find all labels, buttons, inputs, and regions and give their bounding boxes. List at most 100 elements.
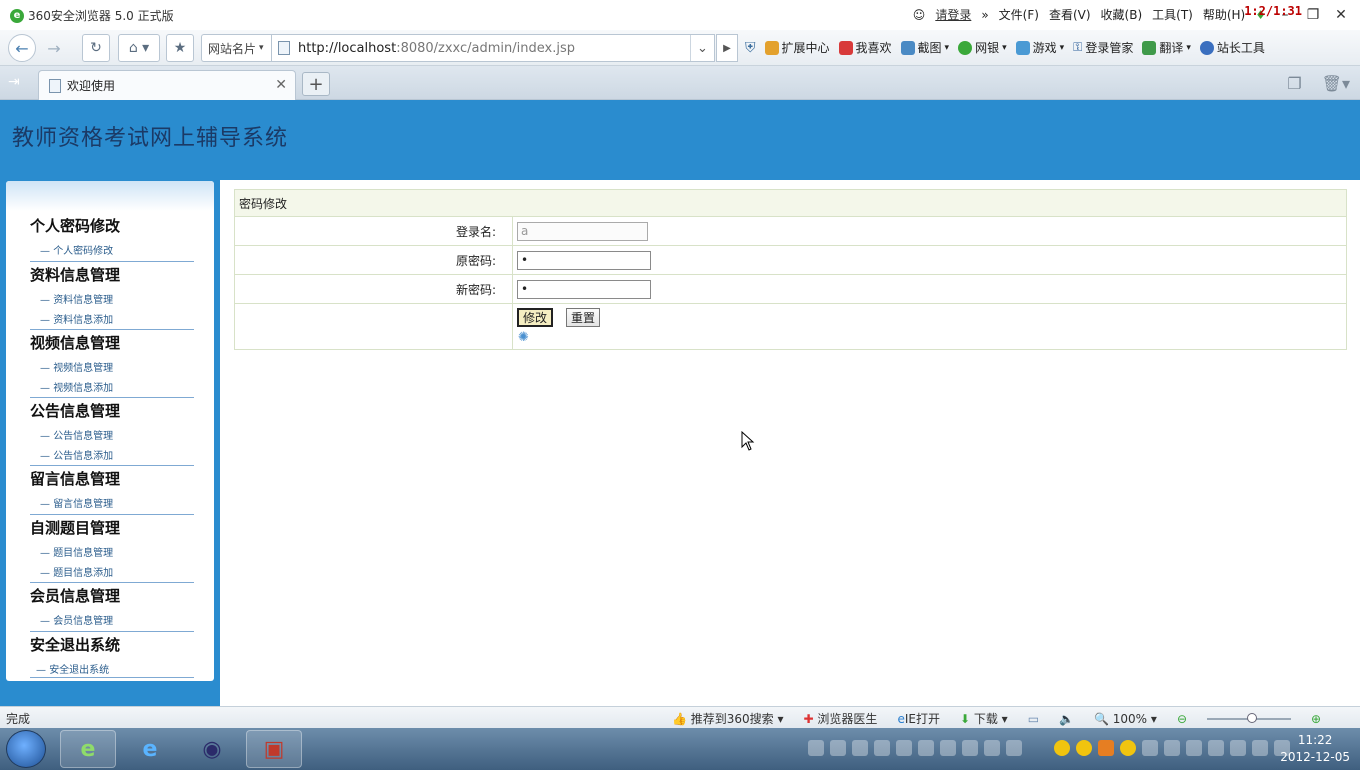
browser-doctor-button[interactable]: ✚ 浏览器医生 (804, 710, 878, 727)
menu-view[interactable]: 查看(V) (1049, 6, 1091, 23)
menu-link-videos-manage[interactable]: 视频信息管理 (30, 359, 194, 374)
menu-link-materials-add[interactable]: 资料信息添加 (30, 311, 194, 326)
tray-app-icon[interactable] (1098, 740, 1114, 756)
tray-qq-icon[interactable] (1054, 740, 1070, 756)
menu-link-messages-manage[interactable]: 留言信息管理 (30, 495, 194, 510)
menu-link-questions-add[interactable]: 题目信息添加 (30, 564, 194, 579)
tray-app-icon[interactable] (1230, 740, 1246, 756)
window-icon[interactable]: ▭ (1028, 712, 1039, 726)
menu-link-materials-manage[interactable]: 资料信息管理 (30, 291, 194, 306)
refresh-button[interactable]: ↻ (82, 34, 110, 62)
tray-app-icon[interactable] (1006, 740, 1022, 756)
tray-app-icon[interactable] (1186, 740, 1202, 756)
menu-tools[interactable]: 工具(T) (1152, 6, 1193, 23)
tray-shield-icon[interactable] (1164, 740, 1180, 756)
gamepad-icon (1015, 40, 1030, 55)
menu-link-members-manage[interactable]: 会员信息管理 (30, 612, 194, 627)
menu-link-logout[interactable]: 安全退出系统 (30, 661, 194, 676)
close-window-button[interactable]: ✕ (1332, 7, 1350, 23)
zoom-control[interactable]: 🔍 100% ▾ (1094, 712, 1157, 726)
address-bar[interactable]: http://localhost:8080/zxxc/admin/index.j… (271, 34, 715, 62)
sidebar-toggle-button[interactable]: ⇥ (8, 74, 28, 90)
like-button[interactable]: 我喜欢 (838, 39, 892, 56)
webmaster-tools-button[interactable]: 站长工具 (1199, 39, 1265, 56)
security-shield-button[interactable]: ⛨ (745, 40, 756, 56)
zoom-slider-knob[interactable] (1247, 712, 1257, 723)
tray-volume-icon[interactable] (1252, 740, 1268, 756)
menu-link-questions-manage[interactable]: 题目信息管理 (30, 544, 194, 559)
tray-keyboard-icon[interactable] (808, 740, 824, 756)
address-dropdown-button[interactable]: ⌄ (690, 35, 714, 61)
tile-windows-icon[interactable]: ❐ (1287, 74, 1301, 93)
site-card-button[interactable]: 网站名片 ▾ (201, 34, 271, 62)
tray-app-icon[interactable] (852, 740, 868, 756)
menu-group-members: 会员信息管理 会员信息管理 (30, 585, 194, 632)
tray-app-icon[interactable] (896, 740, 912, 756)
tray-app-icon[interactable] (918, 740, 934, 756)
tray-app-icon[interactable] (940, 740, 956, 756)
new-password-field[interactable]: • (517, 279, 651, 299)
status-right-items: 👍 推荐到360搜索 ▾ ✚ 浏览器医生 eIE打开 ⬇ 下载 ▾ ▭ 🔈 🔍 … (672, 710, 1321, 727)
tray-app-icon[interactable] (1142, 740, 1158, 756)
zoom-slider[interactable] (1207, 712, 1291, 723)
taskbar-eclipse[interactable]: ◉ (184, 730, 240, 768)
submit-button[interactable]: 修改 (517, 308, 554, 327)
screenshot-button[interactable]: 截图 ▾ (900, 39, 949, 56)
speaker-icon[interactable]: 🔈 (1059, 712, 1074, 726)
login-link[interactable]: 请登录 (935, 6, 971, 23)
login-name-label: 登录名: (235, 217, 513, 245)
start-button[interactable] (6, 730, 46, 768)
forward-button[interactable]: → (40, 34, 68, 62)
tab-welcome[interactable]: 欢迎使用 ✕ (38, 70, 296, 100)
trash-icon[interactable]: 🗑▾ (1322, 74, 1350, 93)
ebank-button[interactable]: 网银 ▾ (958, 39, 1007, 56)
menu-group-title: 自测题目管理 (30, 519, 121, 537)
system-clock[interactable]: 11:22 2012-12-05 (1280, 732, 1350, 766)
extension-center-button[interactable]: 扩展中心 (764, 39, 830, 56)
translate-button[interactable]: 翻译 ▾ (1142, 39, 1191, 56)
ie-open-button[interactable]: eIE打开 (897, 710, 940, 727)
menu-group-questions: 自测题目管理 题目信息管理 题目信息添加 (30, 517, 194, 583)
zoom-in-button[interactable]: ⊕ (1311, 712, 1321, 726)
restore-button[interactable]: ❐ (1304, 7, 1322, 23)
taskbar-360-browser[interactable]: e (60, 730, 116, 768)
tray-app-icon[interactable] (962, 740, 978, 756)
home-button[interactable]: ⌂ ▾ (118, 34, 160, 62)
tray-flag-icon[interactable] (1208, 740, 1224, 756)
tray-app-icon[interactable] (830, 740, 846, 756)
menu-link-password-change[interactable]: 个人密码修改 (30, 242, 194, 257)
go-button[interactable]: ▶ (716, 34, 738, 62)
tray-app-icon[interactable] (874, 740, 890, 756)
download-button[interactable]: ⬇ 下载 ▾ (960, 710, 1008, 727)
tray-qq-icon[interactable] (1076, 740, 1092, 756)
games-button[interactable]: 游戏 ▾ (1015, 39, 1064, 56)
menu-link-notices-add[interactable]: 公告信息添加 (30, 447, 194, 462)
menu-favorites[interactable]: 收藏(B) (1101, 6, 1143, 23)
reset-button[interactable]: 重置 (566, 308, 601, 327)
browser-logo-icon: e (10, 8, 24, 23)
back-button[interactable]: ← (8, 34, 36, 62)
clock-date: 2012-12-05 (1280, 750, 1350, 764)
zoom-out-button[interactable]: ⊖ (1177, 712, 1187, 726)
status-bar: 完成 👍 推荐到360搜索 ▾ ✚ 浏览器医生 eIE打开 ⬇ 下载 ▾ ▭ 🔈… (0, 706, 1360, 728)
tabbar-right-tools: ❐ 🗑▾ (1287, 74, 1350, 93)
new-tab-button[interactable]: + (302, 72, 330, 96)
tray-app-icon[interactable] (984, 740, 1000, 756)
menu-help[interactable]: 帮助(H) (1203, 6, 1245, 23)
taskbar-toolbox[interactable]: ▣ (246, 730, 302, 768)
menu-link-videos-add[interactable]: 视频信息添加 (30, 379, 194, 394)
old-password-field[interactable]: • (517, 250, 651, 270)
old-password-cell: • (517, 246, 651, 274)
taskbar-ie[interactable]: e (122, 730, 178, 768)
favorite-star-button[interactable]: ★ (166, 34, 194, 62)
menu-group-title: 会员信息管理 (30, 587, 121, 605)
login-manager-button[interactable]: ⚿ 登录管家 (1073, 39, 1133, 56)
menu-link-notices-manage[interactable]: 公告信息管理 (30, 427, 194, 442)
menu-separator (30, 465, 194, 466)
tray-qq-icon[interactable] (1120, 740, 1136, 756)
menu-file[interactable]: 文件(F) (999, 6, 1039, 23)
close-tab-icon[interactable]: ✕ (275, 77, 287, 93)
login-name-field[interactable]: a (517, 221, 648, 241)
menu-group-messages: 留言信息管理 留言信息管理 (30, 468, 194, 515)
recommend-360-search-button[interactable]: 👍 推荐到360搜索 ▾ (672, 710, 784, 727)
